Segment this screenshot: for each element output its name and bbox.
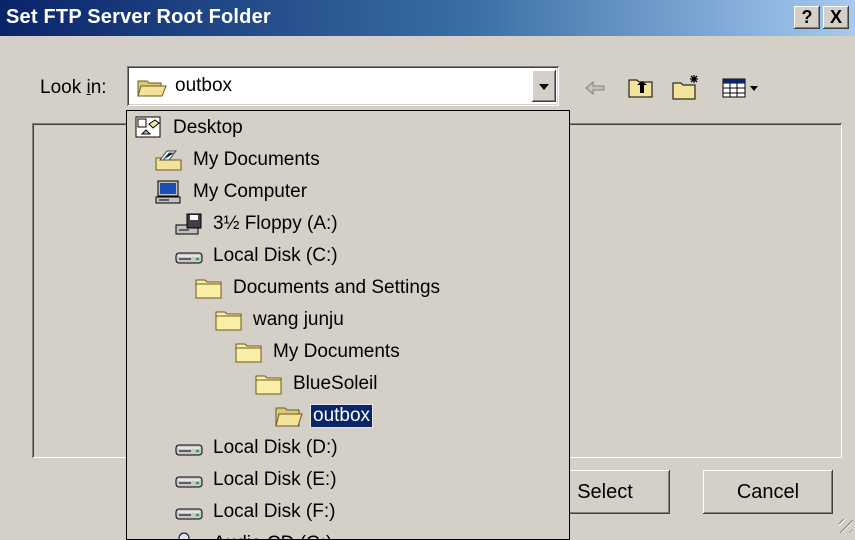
dropdown-item[interactable]: 3½ Floppy (A:) [175, 209, 340, 239]
dropdown-item-label: My Documents [273, 341, 400, 362]
resize-grip[interactable] [839, 519, 853, 533]
dropdown-item-label: Documents and Settings [233, 277, 441, 298]
dropdown-item[interactable]: Desktop [135, 113, 245, 143]
open-folder-icon [275, 404, 305, 428]
look-in-label-suffix: n: [90, 77, 107, 98]
cd-icon [175, 532, 205, 539]
look-in-value: outbox [175, 75, 233, 96]
dropdown-item-label: Audio CD (G:) [211, 533, 334, 539]
dropdown-item[interactable]: BlueSoleil [255, 369, 380, 399]
disk-icon [175, 436, 205, 460]
dropdown-item-label: Local Disk (E:) [213, 469, 337, 490]
close-button[interactable]: X [823, 6, 849, 29]
dialog-title: Set FTP Server Root Folder [6, 6, 271, 28]
help-button[interactable]: ? [794, 6, 820, 29]
look-in-combobox[interactable]: outbox [127, 66, 559, 106]
cancel-button[interactable]: Cancel [703, 470, 833, 514]
dropdown-item-label: 3½ Floppy (A:) [213, 213, 338, 234]
disk-icon [175, 244, 205, 268]
folder-icon [215, 308, 245, 332]
dropdown-item[interactable]: Local Disk (F:) [175, 497, 337, 527]
dropdown-item-label: My Computer [193, 181, 308, 202]
dropdown-item[interactable]: Local Disk (E:) [175, 465, 339, 495]
dropdown-item-label: Local Disk (D:) [213, 437, 338, 458]
combobox-dropdown-arrow[interactable] [532, 70, 556, 102]
disk-icon [175, 468, 205, 492]
back-arrow-icon[interactable] [584, 79, 606, 97]
my-documents-icon [155, 148, 185, 172]
desktop-icon [135, 116, 165, 140]
folder-icon [255, 372, 285, 396]
dropdown-item-label: My Documents [193, 149, 320, 170]
dropdown-item[interactable]: My Documents [155, 145, 322, 175]
dropdown-item-label: wang junju [253, 309, 344, 330]
dropdown-item[interactable]: Documents and Settings [195, 273, 442, 303]
dropdown-item[interactable]: Local Disk (C:) [175, 241, 340, 271]
view-menu-icon[interactable] [722, 78, 766, 98]
dropdown-item[interactable]: outbox [275, 401, 374, 431]
dropdown-item[interactable]: My Documents [235, 337, 402, 367]
dropdown-item[interactable]: My Computer [155, 177, 309, 207]
open-folder-icon [137, 78, 167, 98]
title-bar: Set FTP Server Root Folder ? X [0, 0, 855, 36]
disk-icon [175, 500, 205, 524]
dropdown-item-label: BlueSoleil [293, 373, 378, 394]
look-in-label: Look in: [40, 77, 107, 99]
dropdown-item-label: Desktop [173, 117, 243, 138]
new-folder-icon[interactable] [672, 74, 702, 100]
folder-icon [235, 340, 265, 364]
dropdown-item[interactable]: wang junju [215, 305, 346, 335]
my-computer-icon [155, 180, 185, 204]
folder-icon [195, 276, 225, 300]
look-in-dropdown-list: Desktop My Documents My Computer 3½ Floppy … [126, 110, 570, 540]
floppy-icon [175, 212, 205, 236]
dropdown-item-label: Local Disk (F:) [213, 501, 336, 522]
look-in-label-prefix: Look [40, 77, 87, 98]
dropdown-item[interactable]: Local Disk (D:) [175, 433, 340, 463]
dropdown-item-label: Local Disk (C:) [213, 245, 338, 266]
up-folder-icon[interactable] [628, 76, 654, 98]
dropdown-item-label: outbox [309, 404, 374, 428]
